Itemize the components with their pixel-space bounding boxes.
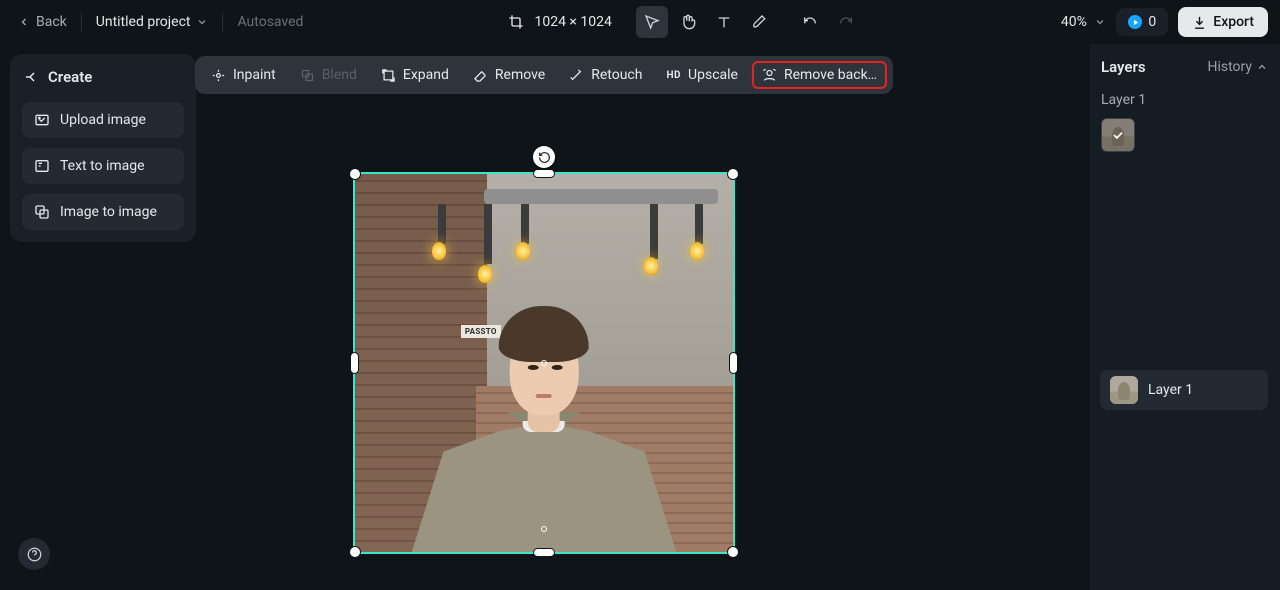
- remove-bg-icon: [762, 68, 777, 83]
- project-name-text: Untitled project: [96, 14, 191, 30]
- context-toolbar: Inpaint Blend Expand Remove Retouch HD U…: [195, 56, 893, 94]
- inpaint-button[interactable]: Inpaint: [201, 61, 286, 89]
- history-group: [794, 6, 862, 38]
- layers-title: Layers: [1101, 58, 1146, 76]
- resize-handle-top[interactable]: [534, 170, 554, 177]
- export-label: Export: [1213, 14, 1254, 30]
- upscale-label: Upscale: [688, 67, 738, 83]
- top-right: 40% 0 Export: [1061, 7, 1268, 37]
- blend-icon: [300, 68, 315, 83]
- retouch-label: Retouch: [591, 67, 642, 83]
- rotate-handle[interactable]: [533, 146, 555, 168]
- blend-label: Blend: [322, 67, 357, 83]
- retouch-button[interactable]: Retouch: [559, 61, 652, 89]
- credit-icon: [1128, 15, 1142, 29]
- download-icon: [1192, 15, 1207, 30]
- canvas-area[interactable]: Inpaint Blend Expand Remove Retouch HD U…: [0, 44, 1088, 590]
- expand-label: Expand: [403, 67, 449, 83]
- wand-icon: [569, 68, 584, 83]
- check-icon: [1102, 119, 1134, 151]
- eraser-icon: [473, 68, 488, 83]
- workspace: Create Upload image Text to image Image …: [0, 44, 1280, 590]
- back-button[interactable]: Back: [12, 10, 73, 34]
- resize-handle-right[interactable]: [730, 353, 737, 373]
- undo-button[interactable]: [794, 6, 826, 38]
- layers-panel: Layers History Layer 1 Layer 1: [1088, 44, 1280, 590]
- text-tool[interactable]: [708, 6, 740, 38]
- upscale-button[interactable]: HD Upscale: [656, 61, 748, 89]
- expand-button[interactable]: Expand: [371, 61, 459, 89]
- inpaint-label: Inpaint: [233, 67, 276, 83]
- divider: [222, 13, 223, 31]
- layer-thumbnail[interactable]: [1101, 118, 1135, 152]
- project-name-dropdown[interactable]: Untitled project: [90, 10, 215, 34]
- remove-bg-label: Remove back…: [784, 67, 877, 83]
- resize-handle-tr[interactable]: [728, 169, 738, 179]
- tool-group: [636, 6, 776, 38]
- active-layer-row[interactable]: Layer 1: [1100, 370, 1268, 410]
- autosaved-status: Autosaved: [237, 14, 303, 30]
- zoom-text: 40%: [1061, 14, 1087, 30]
- history-label: History: [1207, 59, 1252, 75]
- resize-handle-tl[interactable]: [350, 169, 360, 179]
- center-anchor: [541, 360, 547, 366]
- resize-handle-left[interactable]: [351, 353, 358, 373]
- remove-background-button[interactable]: Remove back…: [752, 61, 887, 89]
- active-layer-thumbnail: [1110, 376, 1138, 404]
- zoom-level[interactable]: 40%: [1061, 14, 1106, 30]
- resize-handle-bottom[interactable]: [534, 549, 554, 556]
- hand-tool[interactable]: [672, 6, 704, 38]
- history-button[interactable]: History: [1207, 59, 1268, 75]
- credits-button[interactable]: 0: [1116, 8, 1168, 36]
- layer-group-label: Layer 1: [1101, 92, 1268, 108]
- layers-panel-header: Layers History: [1101, 58, 1268, 76]
- resize-handle-bl[interactable]: [350, 547, 360, 557]
- dimensions-text: 1024 × 1024: [534, 14, 611, 30]
- resize-handle-br[interactable]: [728, 547, 738, 557]
- bottom-anchor: [541, 526, 547, 532]
- divider: [81, 13, 82, 31]
- canvas-dimensions[interactable]: 1024 × 1024: [502, 10, 617, 34]
- top-center: 1024 × 1024: [311, 6, 1052, 38]
- chevron-down-icon: [196, 16, 208, 28]
- remove-button[interactable]: Remove: [463, 61, 555, 89]
- top-bar: Back Untitled project Autosaved 1024 × 1…: [0, 0, 1280, 44]
- remove-label: Remove: [495, 67, 545, 83]
- crop-icon: [508, 14, 524, 30]
- chevron-up-icon: [1256, 61, 1268, 73]
- chevron-down-icon: [1094, 16, 1106, 28]
- select-tool[interactable]: [636, 6, 668, 38]
- export-button[interactable]: Export: [1178, 7, 1268, 37]
- help-button[interactable]: [18, 538, 50, 570]
- active-layer-name: Layer 1: [1148, 382, 1193, 398]
- top-left: Back Untitled project Autosaved: [12, 10, 303, 34]
- chevron-left-icon: [18, 16, 30, 28]
- back-label: Back: [36, 14, 67, 30]
- hd-icon: HD: [666, 70, 681, 81]
- redo-button[interactable]: [830, 6, 862, 38]
- inpaint-icon: [211, 68, 226, 83]
- brush-tool[interactable]: [744, 6, 776, 38]
- blend-button: Blend: [290, 61, 367, 89]
- selected-layer[interactable]: PASSTO: [353, 172, 735, 554]
- credits-count: 0: [1148, 14, 1156, 30]
- expand-icon: [381, 68, 396, 83]
